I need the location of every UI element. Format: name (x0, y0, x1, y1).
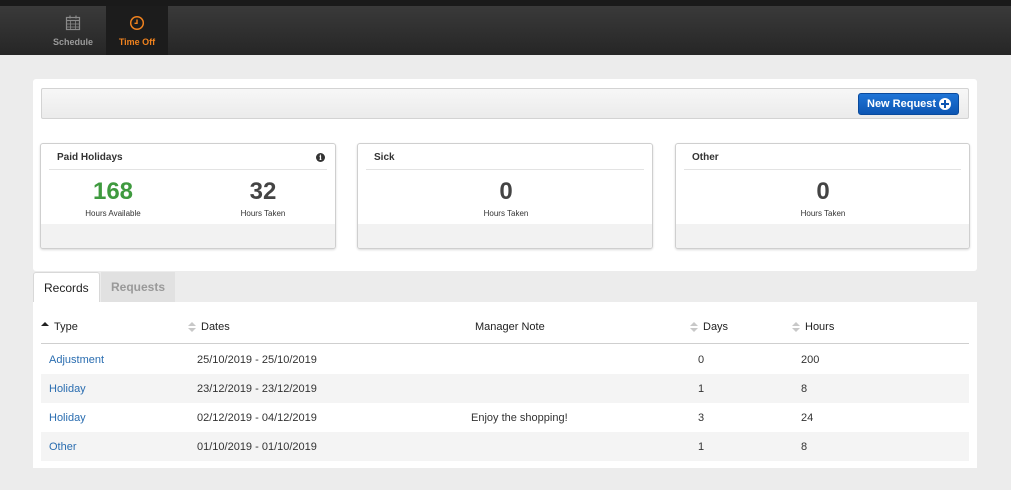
type-link[interactable]: Other (49, 441, 77, 453)
sort-icon (690, 322, 698, 332)
column-header-manager-note: Manager Note (475, 321, 545, 333)
column-header-label: Hours (805, 321, 835, 333)
nav-tab-schedule[interactable]: Schedule (42, 6, 104, 55)
hours-cell: 8 (801, 383, 808, 395)
column-header-label: Dates (201, 321, 230, 333)
clock-icon (129, 15, 145, 30)
panel-footer (676, 224, 969, 248)
type-link[interactable]: Adjustment (49, 354, 104, 366)
sick-hours-taken-value: 0 (499, 178, 513, 205)
column-header-dates[interactable]: Dates (188, 321, 230, 333)
other-hours-taken-label: Hours Taken (800, 209, 846, 218)
other-panel: Other 0 Hours Taken (675, 143, 970, 249)
panel-title: Other (684, 144, 961, 170)
records-table: Type Dates Manager Note Days Hours Adjus… (33, 302, 977, 468)
sort-icon (792, 322, 800, 332)
type-link[interactable]: Holiday (49, 383, 86, 395)
calendar-icon (65, 15, 81, 30)
manager-note-cell: Enjoy the shopping! (471, 412, 568, 424)
hours-taken-value: 32 (249, 178, 277, 205)
table-row[interactable]: Holiday 23/12/2019 - 23/12/2019 1 8 (41, 374, 969, 403)
column-header-hours[interactable]: Hours (792, 321, 834, 333)
panel-title: Paid Holidays (49, 144, 327, 170)
table-header: Type Dates Manager Note Days Hours (41, 312, 969, 344)
tab-records[interactable]: Records (33, 272, 100, 302)
toolbar: New Request (41, 88, 969, 119)
type-link[interactable]: Holiday (49, 412, 86, 424)
paid-holidays-panel: Paid Holidays i 168 Hours Available 32 H… (40, 143, 336, 249)
dates-cell: 23/12/2019 - 23/12/2019 (197, 383, 317, 395)
column-header-days[interactable]: Days (690, 321, 728, 333)
dates-cell: 02/12/2019 - 04/12/2019 (197, 412, 317, 424)
info-icon[interactable]: i (316, 153, 325, 162)
panel-title: Sick (366, 144, 644, 170)
column-header-label: Type (54, 321, 78, 333)
hours-cell: 200 (801, 354, 820, 366)
sick-hours-taken-label: Hours Taken (483, 209, 529, 218)
days-cell: 1 (698, 441, 705, 453)
column-header-label: Manager Note (475, 321, 545, 333)
top-nav-bar: Schedule Time Off (0, 0, 1011, 55)
table-row[interactable]: Adjustment 25/10/2019 - 25/10/2019 0 200 (41, 345, 969, 374)
nav-label-schedule: Schedule (52, 36, 93, 47)
table-row[interactable]: Holiday 02/12/2019 - 04/12/2019 Enjoy th… (41, 403, 969, 432)
new-request-button[interactable]: New Request (858, 93, 959, 115)
days-cell: 1 (698, 383, 705, 395)
sick-panel: Sick 0 Hours Taken (357, 143, 653, 249)
plus-circle-icon (939, 98, 951, 110)
dates-cell: 01/10/2019 - 01/10/2019 (197, 441, 317, 453)
time-off-summary-card: New Request Paid Holidays i 168 Hours Av… (33, 79, 977, 271)
hours-available-value: 168 (92, 178, 134, 205)
hours-taken-label: Hours Taken (240, 209, 286, 218)
tab-requests[interactable]: Requests (101, 272, 175, 302)
hours-cell: 8 (801, 441, 808, 453)
panel-footer (41, 224, 335, 248)
dates-cell: 25/10/2019 - 25/10/2019 (197, 354, 317, 366)
nav-tab-time-off[interactable]: Time Off (106, 6, 168, 55)
days-cell: 3 (698, 412, 705, 424)
column-header-label: Days (703, 321, 729, 333)
table-row[interactable]: Other 01/10/2019 - 01/10/2019 1 8 (41, 432, 969, 461)
days-cell: 0 (698, 354, 705, 366)
sort-icon (188, 322, 196, 332)
column-header-type[interactable]: Type (41, 321, 78, 333)
panel-footer (358, 224, 652, 248)
nav-label-time-off: Time Off (118, 36, 156, 47)
sort-ascending-icon (41, 322, 49, 332)
new-request-label: New Request (867, 98, 937, 110)
hours-cell: 24 (801, 412, 814, 424)
other-hours-taken-value: 0 (816, 178, 830, 205)
hours-available-label: Hours Available (85, 209, 141, 218)
